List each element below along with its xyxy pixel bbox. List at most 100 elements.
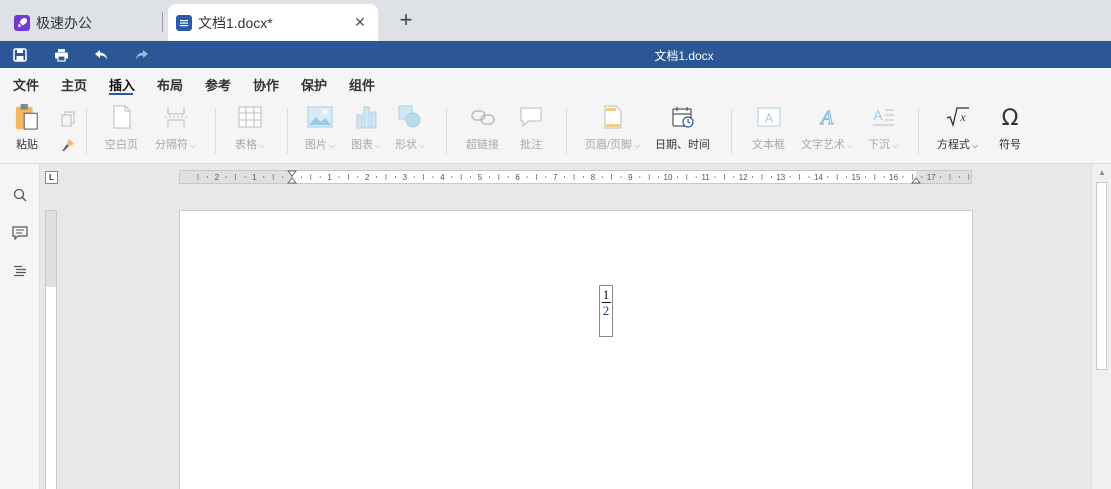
active-menu-indicator — [109, 93, 133, 95]
comment-panel-icon[interactable] — [11, 224, 29, 242]
image-button[interactable]: 图片 ⌵ — [305, 104, 335, 152]
vertical-scrollbar[interactable]: ▲ — [1091, 164, 1111, 489]
chevron-down-icon: ⌵ — [972, 141, 979, 150]
header-footer-button[interactable]: 页眉/页脚 ⌵ — [585, 104, 640, 152]
chevron-down-icon: ⌵ — [190, 141, 197, 150]
scrollbar-thumb[interactable] — [1096, 182, 1107, 370]
separator-text: 分隔符 — [155, 139, 188, 151]
comment-label: 批注 — [520, 139, 542, 151]
close-icon[interactable]: ✕ — [352, 14, 368, 30]
tab-document[interactable]: 文档1.docx* ✕ — [168, 4, 378, 41]
search-icon[interactable] — [11, 186, 29, 204]
ruler-number: 15 — [852, 173, 861, 182]
left-indent-marker[interactable] — [287, 177, 297, 187]
ruler-number: 12 — [739, 173, 748, 182]
shape-label: 形状 ⌵ — [395, 136, 425, 152]
header-footer-text: 页眉/页脚 — [585, 139, 633, 151]
equation-fraction[interactable]: 1 2 — [599, 285, 613, 337]
scroll-up-icon[interactable]: ▲ — [1097, 168, 1107, 178]
ruler-number: 3 — [403, 173, 408, 182]
menu-file[interactable]: 文件 — [13, 75, 39, 94]
calendar-icon — [670, 104, 696, 130]
vertical-ruler[interactable] — [45, 210, 57, 489]
svg-text:A: A — [819, 107, 834, 128]
chart-button[interactable]: 图表 ⌵ — [351, 104, 381, 152]
chart-text: 图表 — [351, 139, 373, 151]
svg-text:A: A — [873, 107, 883, 123]
document-page[interactable]: 1 2 — [179, 210, 973, 489]
menu-collaborate[interactable]: 协作 — [253, 75, 279, 94]
copy-icon — [55, 106, 81, 132]
horizontal-ruler[interactable]: 2 1 1 2 3 4 5 6 7 8 9 10 11 12 13 14 15 16 17 — [179, 170, 972, 184]
symbol-label: 符号 — [999, 139, 1021, 151]
table-button[interactable]: 表格 ⌵ — [235, 104, 265, 152]
ruler-number: 9 — [628, 173, 633, 182]
ruler-number: 17 — [927, 173, 936, 182]
separator-button[interactable]: 分隔符 ⌵ — [155, 104, 196, 152]
blank-page-icon — [109, 104, 135, 130]
textbox-icon: A — [756, 104, 782, 130]
dropcap-button[interactable]: A 下沉 ⌵ — [868, 104, 898, 152]
tab-app-home[interactable]: 极速办公 — [6, 4, 162, 41]
new-tab-button[interactable]: + — [395, 9, 417, 31]
format-painter-icon — [55, 132, 81, 158]
datetime-label: 日期、时间 — [655, 139, 710, 151]
ruler-number: 8 — [591, 173, 596, 182]
tab-divider — [162, 12, 163, 32]
menu-layout[interactable]: 布局 — [157, 75, 183, 94]
dropcap-text: 下沉 — [868, 139, 890, 151]
rocket-icon — [14, 14, 30, 31]
ruler-number: 7 — [553, 173, 558, 182]
tab-strip: 极速办公 文档1.docx* ✕ + — [0, 0, 1111, 41]
ruler-number: 6 — [515, 173, 520, 182]
datetime-button[interactable]: 日期、时间 — [655, 104, 710, 152]
svg-text:A: A — [764, 111, 772, 125]
textbox-button[interactable]: A 文本框 — [752, 104, 785, 152]
chart-label: 图表 ⌵ — [351, 136, 381, 152]
textart-text: 文字艺术 — [801, 139, 845, 151]
menu-references[interactable]: 参考 — [205, 75, 231, 94]
fraction-numerator[interactable]: 1 — [603, 288, 610, 301]
header-footer-icon — [600, 104, 626, 130]
textart-button[interactable]: A 文字艺术 ⌵ — [801, 104, 853, 152]
menu-plugins[interactable]: 组件 — [349, 75, 375, 94]
ruler-number: 13 — [776, 173, 785, 182]
tab-label: 极速办公 — [36, 14, 92, 31]
chart-icon — [353, 104, 379, 130]
ribbon-separator — [86, 108, 87, 154]
textart-label: 文字艺术 ⌵ — [801, 136, 853, 152]
page-break-icon — [163, 104, 189, 130]
ruler-number: 11 — [701, 173, 710, 182]
copy-button[interactable] — [55, 106, 81, 132]
ruler-number: 10 — [664, 173, 673, 182]
menu-home[interactable]: 主页 — [61, 75, 87, 94]
equation-button[interactable]: x 方程式 ⌵ — [937, 104, 978, 152]
comment-button[interactable]: 批注 — [518, 104, 544, 152]
document-workspace: L 2 1 1 2 3 4 5 6 7 8 9 10 11 12 13 14 15 16 17 1 2 — [41, 164, 1091, 489]
image-label: 图片 ⌵ — [305, 136, 335, 152]
chevron-down-icon: ⌵ — [259, 141, 266, 150]
hyperlink-label: 超链接 — [466, 139, 499, 151]
menu-insert[interactable]: 插入 — [109, 75, 135, 94]
tab-stop-selector[interactable]: L — [45, 171, 58, 184]
shape-text: 形状 — [395, 139, 417, 151]
symbol-button[interactable]: Ω 符号 — [997, 104, 1023, 152]
right-indent-marker[interactable] — [911, 177, 921, 187]
fraction-denominator[interactable]: 2 — [603, 304, 610, 317]
comment-icon — [518, 104, 544, 130]
hyperlink-button[interactable]: 超链接 — [466, 104, 499, 152]
menu-protect[interactable]: 保护 — [301, 75, 327, 94]
navigation-icon[interactable] — [11, 262, 29, 280]
table-icon — [237, 104, 263, 130]
document-title: 文档1.docx — [654, 49, 714, 63]
blank-page-button[interactable]: 空白页 — [105, 104, 138, 152]
format-painter-button[interactable] — [55, 132, 81, 158]
ribbon-separator — [731, 108, 732, 154]
paste-button[interactable]: 粘贴 — [14, 104, 40, 152]
tab-label: 文档1.docx* — [198, 14, 273, 31]
image-icon — [307, 104, 333, 130]
ruler-number: 2 — [215, 173, 220, 182]
shape-button[interactable]: 形状 ⌵ — [395, 104, 425, 152]
ruler-text-area — [46, 287, 56, 489]
left-sidebar — [0, 164, 40, 489]
